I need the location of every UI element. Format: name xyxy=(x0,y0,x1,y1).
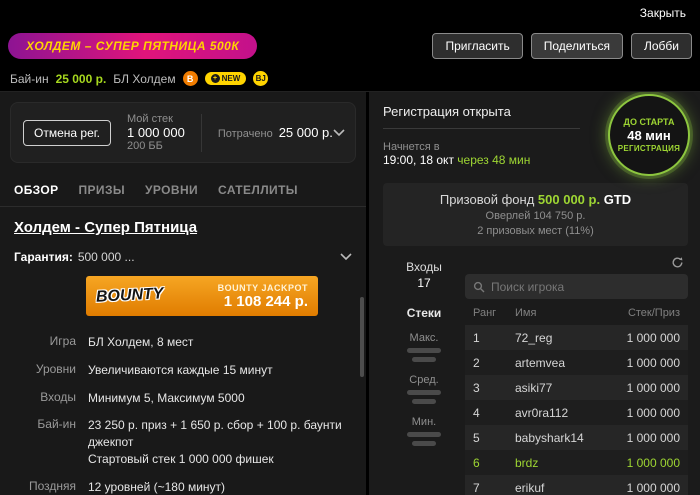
bj-badge: BJ xyxy=(253,71,269,86)
detail-row: Поздняя 12 уровней (~180 минут) xyxy=(28,478,226,494)
scrollbar[interactable] xyxy=(360,297,364,377)
guarantee-row: Гарантия: 500 000 ... xyxy=(14,250,352,264)
my-stack-value: 1 000 000 xyxy=(126,125,185,140)
table-row[interactable]: 3 asiki77 1 000 000 xyxy=(465,375,688,400)
starts-time: 19:00, 18 окт xyxy=(383,153,454,167)
buyin-info-bar: Бай-ин 25 000 р. БЛ Холдем B + NEW BJ xyxy=(0,66,700,92)
tournament-title-badge: ХОЛДЕМ – СУПЕР ПЯТНИЦА 500К xyxy=(8,33,258,59)
cancel-registration-button[interactable]: Отмена рег. xyxy=(23,119,111,146)
table-row[interactable]: 2 artemvea 1 000 000 xyxy=(465,350,688,375)
guarantee-value: 500 000 ... xyxy=(77,250,135,264)
stats-column: Входы 17 Стеки Макс. Сред. Мин. xyxy=(383,256,465,495)
divider xyxy=(200,113,202,152)
spent-value: 25 000 р. xyxy=(278,125,333,140)
info-tabs: ОБЗОР ПРИЗЫ УРОВНИ САТЕЛЛИТЫ xyxy=(0,173,366,207)
my-stack-label: Мой стек xyxy=(126,113,173,125)
search-icon xyxy=(473,281,485,293)
skeleton-bar xyxy=(407,348,441,353)
starts-countdown: через 48 мин xyxy=(457,153,531,167)
topbar: Закрыть xyxy=(0,0,700,26)
chevron-down-icon[interactable] xyxy=(340,253,352,261)
search-input[interactable] xyxy=(491,279,680,294)
tournament-details: Игра БЛ Холдем, 8 мест Уровни Увеличиваю… xyxy=(14,334,352,495)
prize-places: 2 призовых мест (11%) xyxy=(477,225,594,237)
table-header: Ранг Имя Стек/Приз xyxy=(473,307,680,319)
table-row-current-user[interactable]: 6 brdz 1 000 000 xyxy=(465,450,688,475)
table-row[interactable]: 4 avr0ra112 1 000 000 xyxy=(465,400,688,425)
tab-prizes[interactable]: ПРИЗЫ xyxy=(79,183,126,197)
min-stack-label: Мин. xyxy=(411,416,437,428)
bounty-icon: B xyxy=(182,71,198,86)
bounty-jackpot-banner: BOUNTY BOUNTY JACKPOT 1 108 244 р. xyxy=(86,276,318,316)
new-badge: + NEW xyxy=(204,72,247,85)
skeleton-bar xyxy=(412,441,436,446)
game-type-label: БЛ Холдем xyxy=(113,71,176,86)
table-row[interactable]: 7 erikuf 1 000 000 xyxy=(465,475,688,495)
player-search[interactable] xyxy=(465,274,688,299)
table-row[interactable]: 1 72_reg 1 000 000 xyxy=(465,325,688,350)
registration-panel: Регистрация открыта Начнется в 19:00, 18… xyxy=(369,92,700,495)
gtd-badge: GTD xyxy=(603,192,632,207)
avg-stack-label: Сред. xyxy=(409,374,439,386)
my-stack-box: Отмена рег. Мой стек 1 000 000 200 ББ По… xyxy=(10,102,356,163)
tab-overview[interactable]: ОБЗОР xyxy=(14,183,59,197)
entries-value: 17 xyxy=(417,276,431,290)
header-row: ХОЛДЕМ – СУПЕР ПЯТНИЦА 500К Пригласить П… xyxy=(0,26,700,66)
refresh-icon[interactable] xyxy=(671,256,684,272)
countdown-badge: ДО СТАРТА 48 мин РЕГИСТРАЦИЯ xyxy=(608,94,690,176)
entries-label: Входы xyxy=(406,260,442,274)
prize-pool-value: 500 000 р. xyxy=(537,192,601,207)
bounty-jackpot-label: BOUNTY JACKPOT xyxy=(217,282,308,293)
players-table: Ранг Имя Стек/Приз 1 72_reg 1 000 000 2 … xyxy=(465,256,688,495)
stacks-label: Стеки xyxy=(406,306,442,320)
detail-row: Бай-ин 23 250 р. приз + 1 650 р. сбор + … xyxy=(37,417,342,466)
close-button[interactable]: Закрыть xyxy=(640,6,686,20)
bounty-logo: BOUNTY xyxy=(95,285,164,306)
skeleton-bar xyxy=(407,432,441,437)
tab-satellites[interactable]: САТЕЛЛИТЫ xyxy=(218,183,298,197)
overlay-label: Оверлей xyxy=(485,210,531,222)
tournament-title: Холдем - Супер Пятница xyxy=(14,219,198,236)
tournament-lobby-window: Закрыть ХОЛДЕМ – СУПЕР ПЯТНИЦА 500К Приг… xyxy=(0,0,700,495)
skeleton-bar xyxy=(412,399,436,404)
bounty-jackpot-value: 1 108 244 р. xyxy=(223,292,308,310)
skeleton-bar xyxy=(407,390,441,395)
detail-row: Входы Минимум 5, Максимум 5000 xyxy=(40,389,245,405)
detail-row: Игра БЛ Холдем, 8 мест xyxy=(49,334,194,349)
divider xyxy=(383,128,580,129)
detail-row: Уровни Увеличиваются каждые 15 минут xyxy=(35,361,273,377)
table-row[interactable]: 5 babyshark14 1 000 000 xyxy=(465,425,688,450)
plus-icon: + xyxy=(210,74,220,83)
prize-pool-box: Призовой фонд 500 000 р. GTD Оверлей 104… xyxy=(383,183,688,246)
guarantee-label: Гарантия: xyxy=(14,250,73,264)
max-stack-label: Макс. xyxy=(409,332,439,344)
buyin-label: Бай-ин xyxy=(10,71,49,86)
my-stack-bb: 200 ББ xyxy=(126,140,163,152)
spent-label: Потрачено xyxy=(217,128,273,140)
lobby-button[interactable]: Лобби xyxy=(631,33,692,59)
prize-pool-label: Призовой фонд xyxy=(439,192,535,207)
share-button[interactable]: Поделиться xyxy=(530,33,623,59)
chevron-down-icon[interactable] xyxy=(333,128,345,137)
overlay-value: 104 750 р. xyxy=(533,210,586,222)
table-rows: 1 72_reg 1 000 000 2 artemvea 1 000 000 … xyxy=(465,325,688,495)
skeleton-bar xyxy=(412,357,436,362)
invite-button[interactable]: Пригласить xyxy=(432,33,523,59)
tournament-info-panel: Отмена рег. Мой стек 1 000 000 200 ББ По… xyxy=(0,92,366,495)
tab-levels[interactable]: УРОВНИ xyxy=(145,183,198,197)
buyin-value: 25 000 р. xyxy=(55,71,107,86)
